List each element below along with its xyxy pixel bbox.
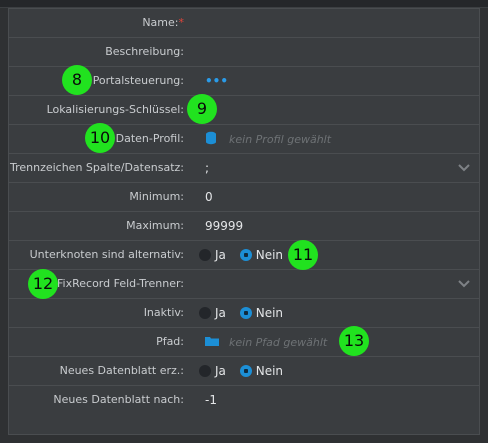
unterknoten-nein-option[interactable]: Nein (239, 241, 283, 269)
inaktiv-ja-option[interactable]: Ja (199, 299, 226, 327)
maximum-value[interactable]: 99999 (205, 212, 243, 240)
pfad-placeholder: kein Pfad gewählt (229, 336, 328, 349)
datenprofil-field[interactable]: kein Profil gewählt (205, 125, 331, 153)
pfad-field[interactable]: kein Pfad gewählt (205, 328, 327, 356)
row-lokalisierung[interactable]: Lokalisierungs-Schlüssel: (9, 96, 479, 125)
trennzeichen-value[interactable]: ; (205, 154, 209, 182)
chevron-down-icon[interactable] (457, 160, 471, 174)
row-neues-erz: Neues Datenblatt erz.: Ja Nein (9, 357, 479, 386)
neues-erz-nein-option[interactable]: Nein (239, 357, 283, 385)
annotation-badge-12: 12 (28, 269, 58, 299)
annotation-badge-11: 11 (288, 240, 318, 270)
chevron-down-icon[interactable] (457, 276, 471, 290)
radio-button-selected[interactable] (239, 306, 252, 319)
row-name: Name:* (9, 9, 479, 38)
inaktiv-nein-option[interactable]: Nein (239, 299, 283, 327)
row-maximum: Maximum: 99999 (9, 212, 479, 241)
name-label: Name:* (142, 16, 185, 29)
row-fixrecord[interactable]: FixRecord Feld-Trenner: (9, 270, 479, 299)
row-datenprofil: Daten-Profil: kein Profil gewählt (9, 125, 479, 154)
portalsteuerung-more-button[interactable]: ••• (205, 67, 228, 95)
neues-nach-value[interactable]: -1 (205, 386, 217, 414)
annotation-badge-10: 10 (85, 123, 115, 153)
neues-erz-label: Neues Datenblatt erz.: (59, 364, 184, 377)
radio-button[interactable] (199, 364, 211, 377)
lokalisierung-label: Lokalisierungs-Schlüssel: (46, 103, 184, 116)
unterknoten-options: Ja Nein (199, 241, 293, 269)
top-bar (0, 0, 488, 8)
row-unterknoten: Unterknoten sind alternativ: Ja Nein (9, 241, 479, 270)
fixrecord-label: FixRecord Feld-Trenner: (57, 277, 184, 290)
annotation-badge-13: 13 (339, 326, 369, 356)
datenprofil-placeholder: kein Profil gewählt (229, 133, 332, 146)
row-trennzeichen[interactable]: Trennzeichen Spalte/Datensatz: ; (9, 154, 479, 183)
unterknoten-label: Unterknoten sind alternativ: (29, 248, 184, 261)
pfad-label: Pfad: (156, 335, 184, 348)
row-inaktiv: Inaktiv: Ja Nein (9, 299, 479, 328)
database-icon[interactable] (205, 131, 217, 145)
annotation-badge-8: 8 (62, 65, 92, 95)
neues-erz-options: Ja Nein (199, 357, 293, 385)
portalsteuerung-label: Portalsteuerung: (92, 74, 184, 87)
radio-button[interactable] (199, 248, 211, 261)
unterknoten-ja-option[interactable]: Ja (199, 241, 226, 269)
row-pfad: Pfad: kein Pfad gewählt (9, 328, 479, 357)
annotation-badge-9: 9 (187, 94, 217, 124)
radio-button[interactable] (199, 306, 211, 319)
minimum-label: Minimum: (129, 190, 184, 203)
maximum-label: Maximum: (126, 219, 184, 232)
folder-icon[interactable] (205, 336, 219, 347)
required-mark: * (178, 16, 185, 29)
neues-nach-label: Neues Datenblatt nach: (53, 393, 184, 406)
inaktiv-label: Inaktiv: (143, 306, 184, 319)
radio-button-selected[interactable] (239, 248, 252, 261)
trennzeichen-label: Trennzeichen Spalte/Datensatz: (9, 161, 184, 174)
datenprofil-label: Daten-Profil: (115, 132, 184, 145)
row-beschreibung[interactable]: Beschreibung: (9, 38, 479, 67)
minimum-value[interactable]: 0 (205, 183, 213, 211)
row-neues-nach: Neues Datenblatt nach: -1 (9, 386, 479, 415)
neues-erz-ja-option[interactable]: Ja (199, 357, 226, 385)
inaktiv-options: Ja Nein (199, 299, 293, 327)
beschreibung-label: Beschreibung: (105, 45, 184, 58)
row-minimum: Minimum: 0 (9, 183, 479, 212)
radio-button-selected[interactable] (239, 364, 252, 377)
